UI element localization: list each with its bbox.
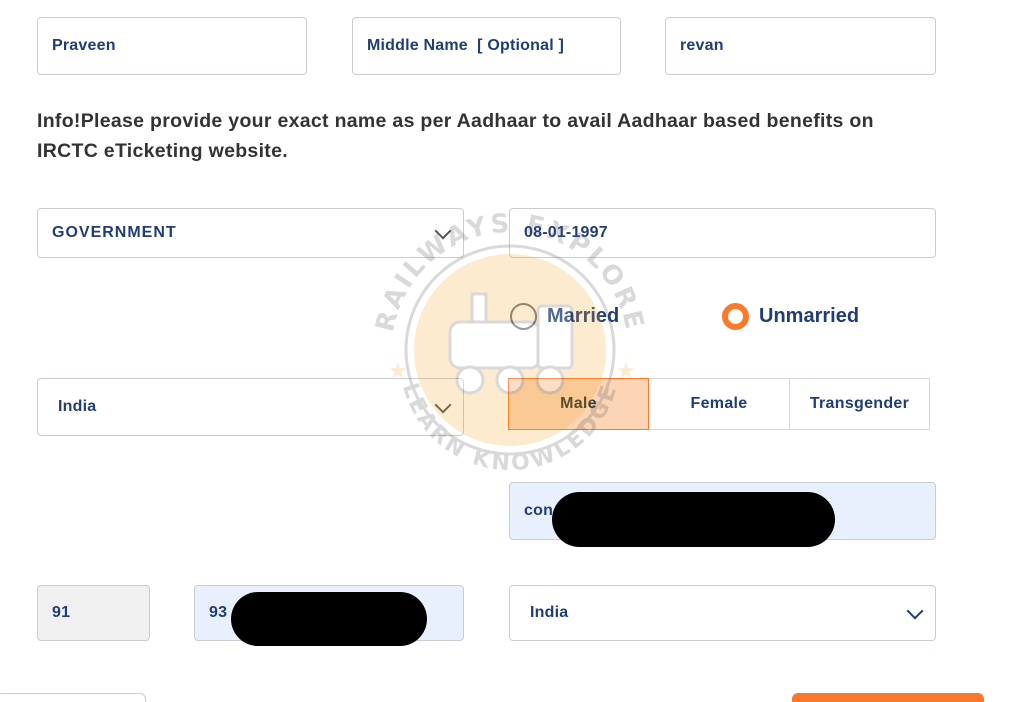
isd-code-value: 91 [52, 604, 71, 621]
gender-transgender-button[interactable]: Transgender [789, 378, 930, 430]
last-name-input[interactable]: revan [665, 17, 936, 75]
aadhaar-info-message: Info!Please provide your exact name as p… [37, 110, 874, 162]
registration-form: Praveen Middle Name [ Optional ] revan I… [0, 0, 1024, 702]
first-name-input[interactable]: Praveen [37, 17, 307, 75]
dob-value: 08-01-1997 [524, 224, 608, 241]
married-radio[interactable] [510, 303, 537, 330]
chevron-down-icon [906, 602, 924, 620]
email-redaction [552, 492, 835, 547]
nationality-value: India [530, 604, 569, 621]
middle-name-placeholder: Middle Name [ Optional ] [367, 37, 565, 54]
unmarried-label: Unmarried [759, 305, 860, 327]
occupation-value: GOVERNMENT [52, 224, 177, 241]
married-radio-option[interactable]: Married [510, 303, 619, 330]
continue-button[interactable] [792, 693, 984, 702]
married-label: Married [547, 305, 620, 327]
chevron-down-icon [434, 396, 452, 414]
mobile-redaction [231, 592, 427, 646]
nationality-select[interactable]: India [509, 585, 936, 641]
occupation-select[interactable]: GOVERNMENT [37, 208, 464, 258]
unmarried-radio[interactable] [722, 303, 749, 330]
first-name-value: Praveen [52, 37, 116, 54]
country-select[interactable]: India [37, 378, 464, 436]
gender-female-button[interactable]: Female [649, 378, 790, 430]
dob-input[interactable]: 08-01-1997 [509, 208, 936, 258]
gender-male-label: Male [560, 395, 597, 412]
last-name-value: revan [680, 37, 724, 54]
gender-male-button[interactable]: Male [508, 378, 649, 430]
gender-female-label: Female [690, 395, 748, 412]
chevron-down-icon [434, 222, 452, 240]
gender-button-group: Male Female Transgender [508, 378, 930, 430]
middle-name-input[interactable]: Middle Name [ Optional ] [352, 17, 621, 75]
back-button[interactable] [0, 693, 146, 702]
gender-transgender-label: Transgender [809, 395, 910, 412]
mobile-number-value: 93 [209, 604, 228, 621]
isd-code-input[interactable]: 91 [37, 585, 150, 641]
country-value: India [58, 398, 97, 415]
email-value: con [524, 502, 554, 519]
unmarried-radio-option[interactable]: Unmarried [722, 303, 859, 330]
